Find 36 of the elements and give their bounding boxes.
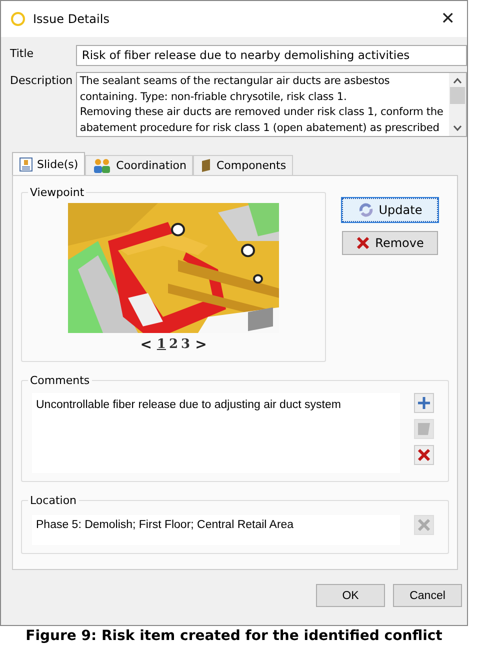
scroll-up-icon[interactable] — [453, 78, 462, 84]
comment-item[interactable]: Uncontrollable fiber release due to adjusting air duct system — [36, 399, 396, 411]
delete-icon — [356, 236, 370, 250]
remove-button[interactable]: Remove — [342, 231, 438, 255]
dialog-button[interactable]: Cancel — [393, 584, 462, 607]
location-field[interactable]: Phase 5: Demolish; First Floor; Central Retail Area — [32, 515, 400, 545]
next-link[interactable]: > — [193, 337, 209, 353]
group-label: Viewpoint — [29, 186, 86, 199]
figure-caption: Figure 9: Risk item created for the identified conflict — [24, 627, 444, 644]
add-button[interactable] — [414, 393, 434, 413]
group-label: Location — [29, 494, 78, 507]
dialog-button[interactable]: OK — [316, 584, 385, 607]
window-title: Issue Details — [33, 12, 110, 26]
people-icon — [92, 158, 112, 173]
tab[interactable]: Slide(s) — [12, 152, 86, 175]
description-field[interactable]: The sealant seams of the rectangular air ducts are asbestos containing. Type: non-friable chrysotile, risk class 1. Removing these air ducts are removed under risk class 1, conform the abatement procedure for risk class 1 (open abatement) as prescribed — [76, 72, 467, 137]
scroll-down-icon[interactable] — [453, 125, 462, 131]
close-button[interactable]: ✕ — [436, 9, 459, 29]
comments-list[interactable]: Uncontrollable fiber release due to adjusting air duct system — [32, 393, 400, 473]
tab[interactable]: Components — [193, 155, 294, 175]
field-label: Title — [10, 46, 35, 62]
page-link[interactable]: 3 — [181, 337, 190, 353]
update-button[interactable]: Update — [342, 198, 438, 222]
scrollbar-thumb[interactable] — [450, 87, 465, 104]
title-field[interactable]: Risk of fiber release due to nearby demolishing activities — [76, 45, 467, 66]
component-icon — [200, 158, 212, 173]
delete-button[interactable] — [414, 445, 434, 465]
tab[interactable]: Coordination — [85, 155, 194, 175]
page-link[interactable]: 2 — [168, 337, 178, 353]
previous-link[interactable]: < — [138, 337, 154, 353]
page-link[interactable]: 1 — [156, 337, 166, 353]
field-label: Description — [10, 73, 74, 89]
ring-icon — [11, 12, 25, 26]
slide-icon — [19, 156, 33, 172]
refresh-icon — [358, 202, 374, 218]
group-label: Comments — [29, 374, 91, 387]
